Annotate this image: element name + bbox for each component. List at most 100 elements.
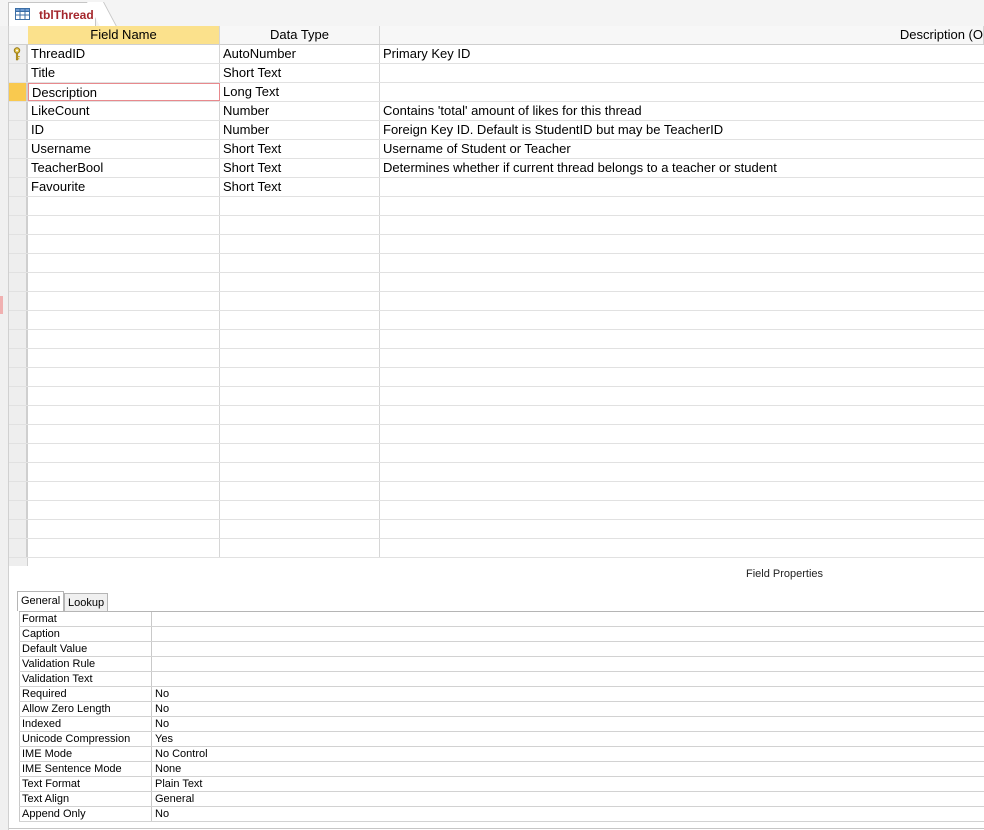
property-value[interactable]: None [152,762,181,776]
property-value[interactable]: Plain Text [152,777,203,791]
data-type-cell[interactable] [220,330,380,348]
field-name-cell[interactable] [28,368,220,386]
description-cell[interactable] [380,349,984,367]
property-row[interactable]: IME Mode No Control [19,747,984,762]
empty-table-row[interactable] [9,292,984,311]
row-selector[interactable] [9,539,27,557]
description-cell[interactable] [380,444,984,462]
description-cell[interactable] [380,368,984,386]
data-type-cell[interactable]: Short Text [220,140,380,158]
field-name-cell[interactable]: LikeCount [28,102,220,120]
data-type-cell[interactable] [220,216,380,234]
field-name-cell[interactable] [28,520,220,538]
description-cell[interactable]: Username of Student or Teacher [380,140,984,158]
description-cell[interactable]: Contains 'total' amount of likes for thi… [380,102,984,120]
data-type-cell[interactable] [220,425,380,443]
data-type-cell[interactable]: Long Text [220,83,380,101]
description-cell[interactable] [380,501,984,519]
data-type-cell[interactable] [220,368,380,386]
row-selector[interactable] [9,463,27,481]
row-selector[interactable] [9,501,27,519]
field-name-cell[interactable] [28,444,220,462]
property-row[interactable]: Allow Zero Length No [19,702,984,717]
description-cell[interactable] [380,520,984,538]
row-selector[interactable] [9,216,27,234]
field-name-cell[interactable] [28,273,220,291]
row-selector[interactable] [9,64,27,82]
data-type-cell[interactable] [220,254,380,272]
empty-table-row[interactable] [9,539,984,558]
row-selector[interactable] [9,425,27,443]
data-type-cell[interactable] [220,292,380,310]
table-row[interactable]: ID Number Foreign Key ID. Default is Stude… [9,121,984,140]
field-name-cell[interactable]: ID [28,121,220,139]
empty-table-row[interactable] [9,406,984,425]
property-value[interactable]: No [152,687,169,701]
table-row[interactable]: Description Long Text [9,83,984,102]
row-selector[interactable] [9,159,27,177]
data-type-cell[interactable] [220,235,380,253]
description-cell[interactable] [380,425,984,443]
tab-general[interactable]: General [17,591,64,611]
data-type-cell[interactable] [220,406,380,424]
table-row[interactable]: Username Short Text Username of Student or… [9,140,984,159]
field-name-cell[interactable]: Favourite [28,178,220,196]
row-selector[interactable] [9,292,27,310]
description-cell[interactable]: Determines whether if current thread bel… [380,159,984,177]
row-selector[interactable] [9,178,27,196]
empty-table-row[interactable] [9,349,984,368]
property-value[interactable] [152,672,155,686]
data-type-cell[interactable] [220,444,380,462]
description-cell[interactable]: Primary Key ID [380,45,984,63]
description-cell[interactable] [380,83,984,101]
data-type-cell[interactable] [220,482,380,500]
property-row[interactable]: Validation Rule [19,657,984,672]
property-row[interactable]: Caption [19,627,984,642]
field-name-cell[interactable] [28,501,220,519]
property-value[interactable] [152,627,155,641]
property-row[interactable]: Unicode Compression Yes [19,732,984,747]
data-type-cell[interactable]: Short Text [220,159,380,177]
tab-tblthread[interactable]: tblThread [8,2,96,26]
property-row[interactable]: IME Sentence Mode None [19,762,984,777]
column-header-field-name[interactable]: Field Name [28,26,220,44]
description-cell[interactable]: Foreign Key ID. Default is StudentID but… [380,121,984,139]
description-cell[interactable] [380,273,984,291]
data-type-cell[interactable]: Short Text [220,178,380,196]
empty-table-row[interactable] [9,254,984,273]
field-name-cell[interactable] [28,539,220,557]
description-cell[interactable] [380,539,984,557]
field-name-cell[interactable]: Username [28,140,220,158]
data-type-cell[interactable] [220,197,380,215]
property-row[interactable]: Append Only No [19,807,984,822]
property-value[interactable]: Yes [152,732,173,746]
data-type-cell[interactable] [220,273,380,291]
property-value[interactable]: No [152,807,169,821]
description-cell[interactable] [380,178,984,196]
empty-table-row[interactable] [9,444,984,463]
field-name-cell[interactable]: TeacherBool [28,159,220,177]
property-value[interactable] [152,612,155,626]
data-type-cell[interactable]: Short Text [220,64,380,82]
field-name-cell[interactable] [28,482,220,500]
property-row[interactable]: Text Align General [19,792,984,807]
description-cell[interactable] [380,292,984,310]
field-name-cell[interactable] [28,254,220,272]
row-selector[interactable] [9,330,27,348]
row-selector[interactable] [9,349,27,367]
description-cell[interactable] [380,311,984,329]
navigation-pane-edge[interactable] [0,26,9,830]
description-cell[interactable] [380,482,984,500]
description-cell[interactable] [380,254,984,272]
table-row[interactable]: LikeCount Number Contains 'total' amount o… [9,102,984,121]
description-cell[interactable] [380,216,984,234]
empty-table-row[interactable] [9,425,984,444]
empty-table-row[interactable] [9,216,984,235]
property-value[interactable]: General [152,792,194,806]
data-type-cell[interactable] [220,463,380,481]
description-cell[interactable] [380,330,984,348]
row-selector[interactable] [9,235,27,253]
empty-table-row[interactable] [9,330,984,349]
field-name-cell[interactable] [28,216,220,234]
empty-table-row[interactable] [9,520,984,539]
